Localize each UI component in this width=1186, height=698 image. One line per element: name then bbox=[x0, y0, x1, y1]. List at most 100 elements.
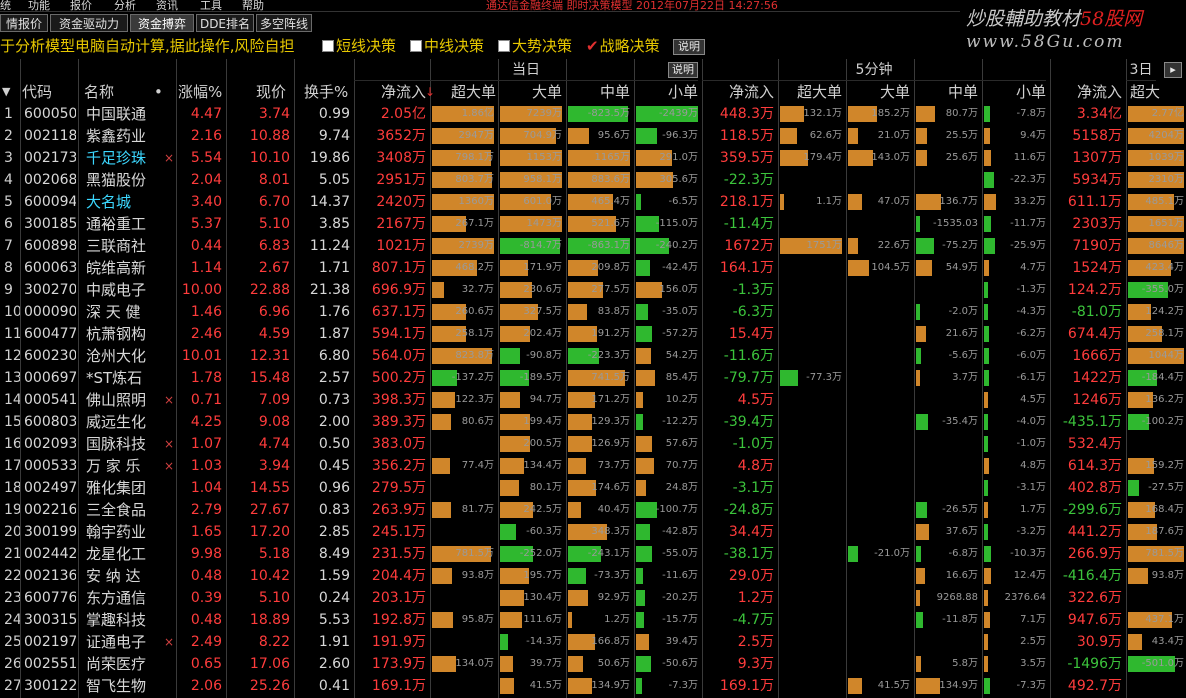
table-row[interactable]: 10 000090 深 天 健 1.46 6.96 1.76 637.1万 260.6万 327… bbox=[0, 301, 1186, 323]
menu-item-3[interactable]: 分析 bbox=[114, 0, 136, 11]
flow-bar-label: 24.8万 bbox=[665, 482, 698, 493]
table-row[interactable]: 7 600898 三联商社 0.44 6.83 11.24 1021万 2739万 -814.7… bbox=[0, 235, 1186, 257]
explain-button[interactable]: 说明 bbox=[673, 39, 705, 55]
table-row[interactable]: 3 002173 千足珍珠 × 5.54 10.10 19.86 3408万 798.1万 115… bbox=[0, 147, 1186, 169]
stock-name[interactable]: 智飞生物 bbox=[86, 675, 158, 697]
table-row[interactable]: 18 002497 雅化集团 1.04 14.55 0.96 279.5万 80.1万 174.… bbox=[0, 477, 1186, 499]
table-row[interactable]: 23 600776 东方通信 0.39 5.10 0.24 203.1万 130.4万 92.9… bbox=[0, 587, 1186, 609]
tab-0[interactable]: 情报价 bbox=[0, 14, 48, 32]
table-row[interactable]: 9 300270 中威电子 10.00 22.88 21.38 696.9万 32.7万 230… bbox=[0, 279, 1186, 301]
stock-name[interactable]: 通裕重工 bbox=[86, 213, 158, 235]
menu-item-6[interactable]: 帮助 bbox=[242, 0, 264, 11]
col-header-l[interactable]: 大单 bbox=[504, 81, 562, 103]
table-row[interactable]: 4 002068 黑猫股份 2.04 8.01 5.05 2951万 803.7万 958.1万… bbox=[0, 169, 1186, 191]
mark-icon: × bbox=[164, 459, 174, 473]
mark-icon bbox=[164, 345, 174, 367]
menu-item-4[interactable]: 资讯 bbox=[156, 0, 178, 11]
table-row[interactable]: 14 000541 佛山照明 × 0.71 7.09 0.73 398.3万 122.3万 94.… bbox=[0, 389, 1186, 411]
price: 22.88 bbox=[249, 282, 290, 298]
col-header-m[interactable]: 中单 bbox=[572, 81, 630, 103]
stock-name[interactable]: *ST炼石 bbox=[86, 367, 158, 389]
col-header-dot[interactable]: • bbox=[154, 81, 170, 103]
table-row[interactable]: 25 002197 证通电子 × 2.49 8.22 1.91 191.9万 -14.3万 166… bbox=[0, 631, 1186, 653]
col-header-net3[interactable]: 净流入 bbox=[1060, 81, 1122, 103]
stock-name[interactable]: 佛山照明 bbox=[86, 389, 158, 411]
table-row[interactable]: 1 600050 中国联通 4.47 3.74 0.99 2.05亿 1.86亿 7239万 -8… bbox=[0, 103, 1186, 125]
net-inflow-5min: 2.5万 bbox=[737, 634, 774, 650]
stock-name[interactable]: 黑猫股份 bbox=[86, 169, 158, 191]
stock-name[interactable]: 中国联通 bbox=[86, 103, 158, 125]
col-header-change[interactable]: 涨幅% bbox=[178, 81, 226, 103]
stock-name[interactable]: 尚荣医疗 bbox=[86, 653, 158, 675]
flow-bar-label: 521.6万 bbox=[591, 218, 630, 229]
flow-bar-5min-label: -1535.03 bbox=[933, 218, 978, 229]
stock-name[interactable]: 威远生化 bbox=[86, 411, 158, 433]
stock-name[interactable]: 国脉科技 bbox=[86, 433, 158, 455]
stock-name[interactable]: 安 纳 达 bbox=[86, 565, 158, 587]
col-header-code[interactable]: 代码 bbox=[22, 81, 78, 103]
stock-name[interactable]: 雅化集团 bbox=[86, 477, 158, 499]
stock-name[interactable]: 中威电子 bbox=[86, 279, 158, 301]
table-row[interactable]: 22 002136 安 纳 达 0.48 10.42 1.59 204.4万 93.8万 195… bbox=[0, 565, 1186, 587]
menu-item-1[interactable]: 功能 bbox=[28, 0, 50, 11]
stock-name[interactable]: 紫鑫药业 bbox=[86, 125, 158, 147]
decision-2[interactable]: 大势决策 bbox=[498, 38, 572, 55]
table-row[interactable]: 27 300122 智飞生物 2.06 25.26 0.41 169.1万 41.5万 134.… bbox=[0, 675, 1186, 697]
col-header-price[interactable]: 现价 bbox=[256, 81, 292, 103]
stock-name[interactable]: 杭萧钢构 bbox=[86, 323, 158, 345]
stock-name[interactable]: 翰宇药业 bbox=[86, 521, 158, 543]
table-row[interactable]: 11 600477 杭萧钢构 2.46 4.59 1.87 594.1万 258.1万 202.… bbox=[0, 323, 1186, 345]
turnover: 0.50 bbox=[318, 436, 350, 452]
stock-name[interactable]: 深 天 健 bbox=[86, 301, 158, 323]
table-row[interactable]: 6 300185 通裕重工 5.37 5.10 3.85 2167万 267.1万 1473万 5… bbox=[0, 213, 1186, 235]
menu-item-2[interactable]: 报价 bbox=[70, 0, 92, 11]
stock-name[interactable]: 掌趣科技 bbox=[86, 609, 158, 631]
change-pct: 2.06 bbox=[190, 678, 222, 694]
table-row[interactable]: 26 002551 尚荣医疗 0.65 17.06 2.60 173.9万 134.0万 39.… bbox=[0, 653, 1186, 675]
menu-item-0[interactable]: 统 bbox=[0, 0, 11, 11]
table-row[interactable]: 17 000533 万 家 乐 × 1.03 3.94 0.45 356.2万 77.4万 134… bbox=[0, 455, 1186, 477]
col-header-m5[interactable]: 中单 bbox=[920, 81, 978, 103]
col-header-net[interactable]: 净流入 bbox=[360, 81, 426, 103]
stock-name[interactable]: 证通电子 bbox=[86, 631, 158, 653]
stock-name[interactable]: 万 家 乐 bbox=[86, 455, 158, 477]
tab-3[interactable]: DDE排名 bbox=[196, 14, 254, 32]
table-row[interactable]: 20 300199 翰宇药业 1.65 17.20 2.85 245.1万 -60.3万 348… bbox=[0, 521, 1186, 543]
table-row[interactable]: 13 000697 *ST炼石 1.78 15.48 2.57 500.2万 -137.2万 -… bbox=[0, 367, 1186, 389]
col-header-l5[interactable]: 大单 bbox=[852, 81, 910, 103]
col-header-net5[interactable]: 净流入 bbox=[708, 81, 774, 103]
col-header-name[interactable]: 名称 bbox=[84, 81, 164, 103]
stock-name[interactable]: 龙星化工 bbox=[86, 543, 158, 565]
tab-4[interactable]: 多空阵线 bbox=[256, 14, 312, 32]
stock-name[interactable]: 三联商社 bbox=[86, 235, 158, 257]
stock-name[interactable]: 沧州大化 bbox=[86, 345, 158, 367]
table-row[interactable]: 2 002118 紫鑫药业 2.16 10.88 9.74 3652万 2947万 704.9万… bbox=[0, 125, 1186, 147]
col-header-turnover[interactable]: 换手% bbox=[304, 81, 352, 103]
decision-0[interactable]: 短线决策 bbox=[322, 38, 396, 55]
table-row[interactable]: 16 002093 国脉科技 × 1.07 4.74 0.50 383.0万 200.5万 126… bbox=[0, 433, 1186, 455]
decision-3[interactable]: ✔战略决策 bbox=[586, 38, 660, 55]
stock-name[interactable]: 三全食品 bbox=[86, 499, 158, 521]
decision-1[interactable]: 中线决策 bbox=[410, 38, 484, 55]
table-row[interactable]: 15 600803 威远生化 4.25 9.08 2.00 389.3万 80.6万 199.4… bbox=[0, 411, 1186, 433]
table-row[interactable]: 12 600230 沧州大化 10.01 12.31 6.80 564.0万 823.8万 -9… bbox=[0, 345, 1186, 367]
stock-name[interactable]: 大名城 bbox=[86, 191, 158, 213]
table-row[interactable]: 19 002216 三全食品 2.79 27.67 0.83 263.9万 81.7万 242.… bbox=[0, 499, 1186, 521]
tab-1[interactable]: 资金驱动力 bbox=[50, 14, 128, 32]
menu-item-5[interactable]: 工具 bbox=[200, 0, 222, 11]
table-row[interactable]: 21 002442 龙星化工 9.98 5.18 8.49 231.5万 781.5万 -252… bbox=[0, 543, 1186, 565]
col-header-s[interactable]: 小单 bbox=[640, 81, 698, 103]
stock-name[interactable]: 东方通信 bbox=[86, 587, 158, 609]
col-header-xl[interactable]: 超大单 bbox=[436, 81, 496, 103]
tab-2[interactable]: 资金搏弈 bbox=[130, 14, 194, 32]
stock-name[interactable]: 千足珍珠 bbox=[86, 147, 158, 169]
col-header-xl5[interactable]: 超大单 bbox=[784, 81, 842, 103]
col-header-s5[interactable]: 小单 bbox=[988, 81, 1046, 103]
table-row[interactable]: 8 600063 皖维高新 1.14 2.67 1.71 807.1万 468.2万 171.9… bbox=[0, 257, 1186, 279]
col-header-xl3[interactable]: 超大 bbox=[1130, 81, 1184, 103]
table-row[interactable]: 24 300315 掌趣科技 0.48 18.89 5.53 192.8万 95.8万 111.… bbox=[0, 609, 1186, 631]
table-row[interactable]: 5 600094 大名城 3.40 6.70 14.37 2420万 1360万 601.0万 4… bbox=[0, 191, 1186, 213]
flow-bar-3day-label: 1044万 bbox=[1148, 350, 1184, 361]
flow-bar-5min-label: 4.7万 bbox=[1020, 262, 1046, 273]
stock-name[interactable]: 皖维高新 bbox=[86, 257, 158, 279]
